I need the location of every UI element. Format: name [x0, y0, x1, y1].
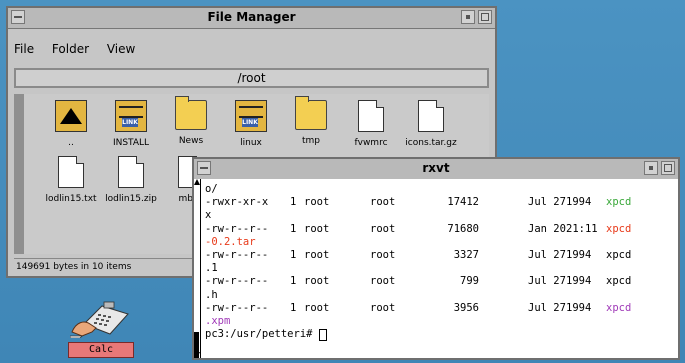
owner-cell: root — [304, 196, 330, 209]
size-cell: 3956 — [453, 301, 479, 314]
time-cell: 1994 — [566, 275, 592, 288]
terminal-row: -0.2.tar — [194, 236, 678, 249]
filename-cell: xpcd — [606, 249, 632, 261]
terminal-row: .h — [194, 289, 678, 302]
group-cell: root — [370, 222, 396, 235]
group-cell: root — [370, 275, 396, 288]
calc-desktop-icon[interactable]: Calc — [62, 298, 140, 358]
minimize-icon[interactable] — [461, 10, 475, 24]
time-cell: 1994 — [566, 301, 592, 314]
link-bars — [239, 106, 263, 118]
links-cell: 1 — [290, 249, 297, 261]
parent-dir-icon — [55, 100, 87, 132]
size-cell: 3327 — [453, 249, 479, 261]
ls-entry-row: -rw-r--r-- 1 root 3956 Jul 27 1994 xpcd root — [194, 302, 678, 315]
folder-icon — [295, 96, 327, 130]
terminal-row: .1 — [194, 262, 678, 275]
file-manager-titlebar[interactable]: File Manager — [8, 8, 495, 29]
document-icon — [418, 100, 444, 132]
folder-icon — [175, 96, 207, 130]
terminal-row: pc3:/usr/petteri# — [194, 328, 678, 342]
owner-cell: root — [304, 275, 330, 288]
terminal-row: o/ — [194, 183, 678, 196]
links-cell: 1 — [290, 196, 297, 209]
filename-cell: xpcd — [606, 196, 632, 209]
group-cell: root — [370, 301, 396, 314]
terminal-area[interactable]: o/-rwxr-xr-x 1 root 17412 Jul 27 1994 xpcd root… — [194, 179, 678, 358]
document-icon — [358, 100, 384, 132]
calc-label[interactable]: Calc — [68, 342, 134, 358]
maximize-icon[interactable] — [478, 10, 492, 24]
filename-cell: xpcd — [606, 275, 632, 288]
owner-cell: root — [304, 222, 330, 235]
terminal-text-line: x — [205, 209, 212, 222]
date-cell: Jul 27 — [528, 196, 566, 209]
maximize-icon[interactable] — [661, 161, 675, 175]
terminal-row: .xpm — [194, 315, 678, 328]
document-icon — [118, 156, 144, 188]
date-cell: Jul 27 — [528, 301, 566, 314]
document-icon — [58, 156, 84, 188]
time-cell: 1994 — [566, 249, 592, 261]
calculator-hand-icon — [70, 301, 129, 338]
terminal-text-line: .xpm — [205, 315, 231, 327]
menu-file[interactable]: File — [14, 42, 34, 56]
scroll-down-icon[interactable] — [194, 352, 200, 358]
rxvt-titlebar[interactable]: rxvt — [194, 159, 678, 180]
rxvt-title: rxvt — [422, 161, 450, 175]
file-manager-menubar: File Folder View — [14, 42, 149, 56]
path-field[interactable]: /root — [14, 68, 489, 88]
terminal-text-line: -0.2.tar — [205, 235, 256, 248]
filename-cell: xpcd — [606, 301, 632, 314]
link-icon: LINK — [235, 100, 267, 132]
owner-cell: root — [304, 301, 330, 314]
date-cell: Jul 27 — [528, 275, 566, 288]
date-cell: Jul 27 — [528, 249, 566, 261]
size-cell: 17412 — [447, 196, 479, 209]
link-badge: LINK — [242, 118, 258, 127]
links-cell: 1 — [290, 275, 297, 288]
link-icon: LINK — [115, 100, 147, 132]
link-badge: LINK — [122, 118, 138, 127]
terminal-text-line: o/ — [205, 183, 218, 195]
shell-prompt: pc3:/usr/petteri# — [205, 328, 319, 341]
terminal-text-line: .1 — [205, 262, 218, 275]
ls-entry-row: -rwxr-xr-x 1 root 17412 Jul 27 1994 xpcd root — [194, 196, 678, 209]
perms-cell: -rw-r--r-- — [205, 301, 269, 314]
perms-cell: -rw-r--r-- — [205, 222, 269, 235]
terminal-text-line: .h — [205, 288, 218, 301]
ls-entry-row: -rw-r--r-- 1 root 3327 Jul 27 1994 xpcd root — [194, 249, 678, 262]
size-cell: 71680 — [447, 222, 479, 235]
perms-cell: -rwxr-xr-x — [205, 196, 269, 209]
owner-cell: root — [304, 249, 330, 261]
filename-cell: xpcd — [606, 222, 632, 235]
terminal-row: x — [194, 209, 678, 222]
menu-view[interactable]: View — [107, 42, 135, 56]
text-cursor — [319, 329, 328, 342]
ls-entry-row: -rw-r--r-- 1 root 799 Jul 27 1994 xpcd root — [194, 275, 678, 288]
menu-folder[interactable]: Folder — [52, 42, 89, 56]
perms-cell: -rw-r--r-- — [205, 275, 269, 288]
file-item[interactable]: icons.tar.gz — [396, 100, 466, 148]
file-manager-title: File Manager — [207, 10, 296, 24]
time-cell: 21:11 — [566, 222, 598, 235]
date-cell: Jan 20 — [528, 222, 566, 235]
file-item-label: icons.tar.gz — [405, 138, 457, 148]
minimize-icon[interactable] — [644, 161, 658, 175]
group-cell: root — [370, 249, 396, 261]
perms-cell: -rw-r--r-- — [205, 249, 269, 261]
ls-entry-row: -rw-r--r-- 1 root 71680 Jan 20 21:11 xpcd root — [194, 223, 678, 236]
links-cell: 1 — [290, 222, 297, 235]
size-cell: 799 — [460, 275, 479, 288]
link-bars — [119, 106, 143, 118]
time-cell: 1994 — [566, 196, 592, 209]
group-cell: root — [370, 196, 396, 209]
links-cell: 1 — [290, 301, 297, 314]
rxvt-window[interactable]: rxvt o/-rwxr-xr-x 1 root 17412 Jul 27 1994 xpc… — [192, 157, 680, 360]
